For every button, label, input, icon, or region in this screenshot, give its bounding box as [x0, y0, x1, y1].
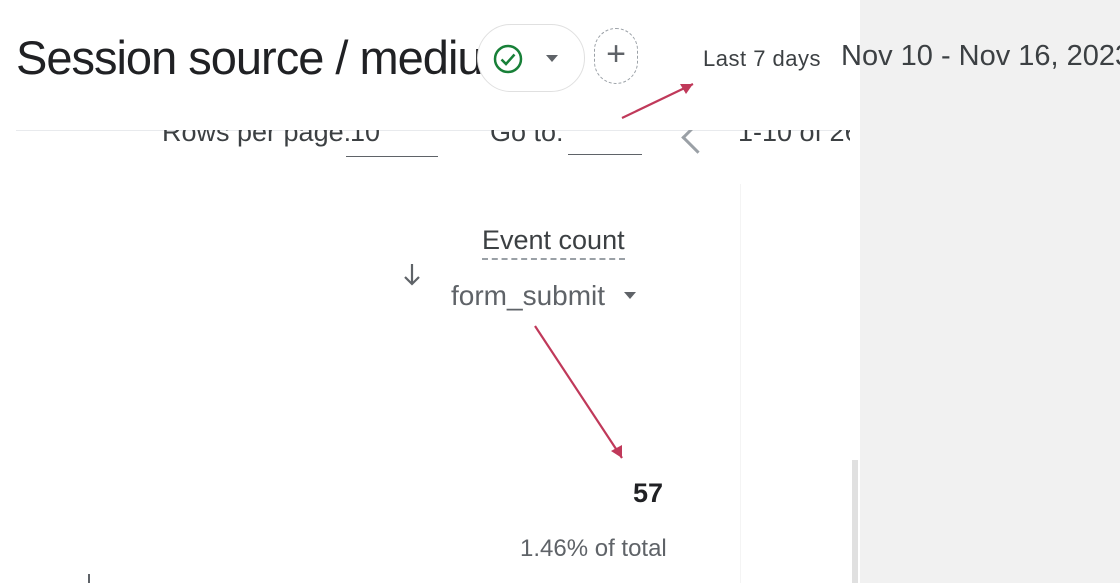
scrollbar[interactable]: [852, 460, 858, 583]
page-range: 1-10 of 26: [738, 130, 850, 147]
chevron-left-icon[interactable]: [681, 130, 714, 154]
goto-underline: [568, 154, 642, 155]
rows-per-page-underline: [346, 156, 438, 157]
add-comparison-button[interactable]: +: [594, 28, 638, 84]
status-dropdown[interactable]: [477, 24, 585, 92]
side-panel: [860, 0, 1120, 583]
total-value: 57: [633, 478, 664, 508]
check-circle-icon: [493, 44, 523, 74]
chevron-down-icon: [546, 55, 558, 62]
pagination-bar: Rows per page: 10 Go to: 1-10 of 26: [12, 130, 850, 185]
chevron-down-icon[interactable]: [624, 292, 636, 299]
event-name-selector[interactable]: form_submit: [451, 280, 605, 312]
data-table: [12, 184, 852, 583]
total-percent: 1.46% of total: [520, 535, 667, 562]
row-marker: [88, 574, 90, 583]
annotation-arrow-date: [621, 83, 694, 119]
date-range[interactable]: Nov 10 - Nov 16, 2023: [841, 40, 1120, 73]
rows-per-page-label: Rows per page:: [162, 130, 352, 147]
page-title: Session source / medium: [16, 31, 522, 84]
metric-header[interactable]: Event count: [482, 225, 625, 260]
arrow-down-icon[interactable]: [402, 262, 422, 288]
rows-per-page-select[interactable]: 10: [350, 130, 380, 148]
date-range-label[interactable]: Last 7 days: [703, 46, 821, 72]
column-divider: [740, 184, 741, 583]
goto-label: Go to:: [490, 130, 564, 147]
